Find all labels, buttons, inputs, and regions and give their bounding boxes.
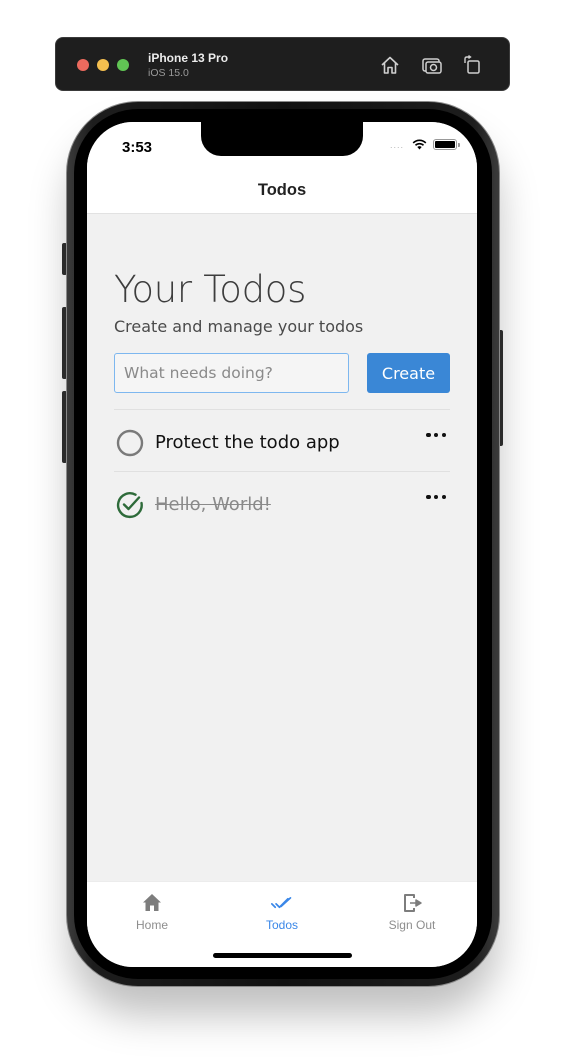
tab-sign-out[interactable]: Sign Out	[357, 892, 467, 932]
notch	[201, 122, 363, 156]
cellular-signal-icon: ....	[389, 139, 404, 150]
tab-label: Home	[135, 918, 168, 932]
simulator-titlebar: iPhone 13 Pro iOS 15.0	[55, 37, 510, 91]
new-todo-input[interactable]	[114, 353, 349, 393]
home-icon	[143, 894, 161, 911]
tab-home[interactable]: Home	[97, 892, 207, 932]
page-title: Your Todos	[114, 268, 307, 311]
create-button[interactable]: Create	[367, 353, 450, 393]
status-time: 3:53	[122, 139, 153, 156]
wifi-icon	[412, 139, 427, 150]
more-horizontal-icon[interactable]	[426, 428, 446, 442]
divider	[114, 409, 450, 410]
more-horizontal-icon[interactable]	[426, 490, 446, 504]
tab-todos[interactable]: Todos	[227, 892, 337, 932]
close-window-button[interactable]	[77, 59, 89, 71]
nav-title: Todos	[257, 181, 307, 199]
minimize-window-button[interactable]	[97, 59, 109, 71]
circle-unchecked-icon[interactable]	[116, 429, 144, 457]
device-name: iPhone 13 Pro	[148, 51, 229, 65]
double-check-icon	[271, 897, 292, 909]
circle-check-icon[interactable]	[116, 491, 144, 519]
tab-label: Todos	[265, 918, 299, 932]
screenshot-icon[interactable]	[421, 54, 443, 76]
home-indicator	[213, 953, 352, 958]
todo-text: Protect the todo app	[155, 432, 340, 453]
rotate-icon[interactable]	[461, 54, 483, 76]
status-indicators: ....	[389, 139, 460, 150]
os-version: iOS 15.0	[148, 67, 189, 79]
phone-screen: 3:53 .... Todos Your Todos Create and ma…	[87, 122, 477, 967]
sign-out-icon	[404, 894, 422, 912]
battery-icon	[433, 139, 460, 150]
navigation-bar: Todos	[87, 170, 477, 214]
todo-item: Protect the todo app	[114, 424, 450, 460]
zoom-window-button[interactable]	[117, 59, 129, 71]
page-subtitle: Create and manage your todos	[114, 317, 364, 336]
home-icon[interactable]	[379, 54, 401, 76]
todo-item: Hello, World!	[114, 486, 450, 522]
todo-text: Hello, World!	[155, 494, 271, 515]
divider	[114, 471, 450, 472]
tab-label: Sign Out	[388, 918, 436, 932]
